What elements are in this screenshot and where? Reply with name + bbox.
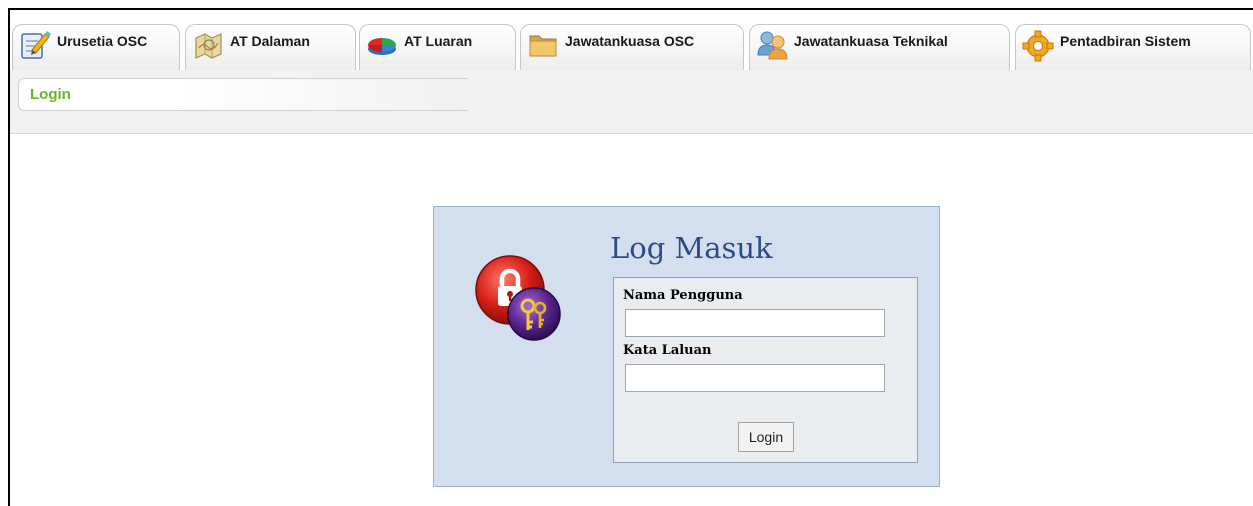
- tab-at-dalaman[interactable]: AT Dalaman: [185, 24, 356, 70]
- tab-bar: Urusetia OSC AT Dalaman AT Luaran Jawata…: [10, 10, 1253, 70]
- tab-label: AT Luaran: [404, 33, 473, 49]
- login-form: Nama Pengguna Kata Laluan Login: [613, 277, 918, 463]
- breadcrumb-login[interactable]: Login: [30, 86, 71, 103]
- lock-keys-icon: [470, 250, 570, 350]
- tab-at-luaran[interactable]: AT Luaran: [359, 24, 516, 70]
- login-title: Log Masuk: [610, 231, 773, 265]
- map-icon: [191, 28, 225, 62]
- tab-label: Pentadbiran Sistem: [1060, 33, 1191, 49]
- notepad-pencil-icon: [18, 28, 52, 62]
- tab-jawatankuasa-osc[interactable]: Jawatankuasa OSC: [520, 24, 744, 70]
- folder-icon: [526, 28, 560, 62]
- username-label: Nama Pengguna: [623, 288, 743, 303]
- tab-urusetia-osc[interactable]: Urusetia OSC: [12, 24, 180, 70]
- breadcrumb: Login: [18, 78, 468, 111]
- password-field[interactable]: [625, 364, 885, 392]
- username-field[interactable]: [625, 309, 885, 337]
- tab-label: AT Dalaman: [230, 33, 310, 49]
- tab-jawatankuasa-teknikal[interactable]: Jawatankuasa Teknikal: [749, 24, 1010, 70]
- pie-chart-icon: [365, 28, 399, 62]
- app-window: Urusetia OSC AT Dalaman AT Luaran Jawata…: [8, 8, 1253, 506]
- gear-icon: [1021, 28, 1055, 62]
- password-label: Kata Laluan: [623, 343, 712, 358]
- tab-pentadbiran-sistem[interactable]: Pentadbiran Sistem: [1015, 24, 1251, 70]
- sub-navigation-bar: Login: [10, 70, 1253, 134]
- tab-label: Urusetia OSC: [57, 33, 148, 49]
- tab-label: Jawatankuasa OSC: [565, 33, 695, 49]
- login-button[interactable]: Login: [738, 422, 794, 452]
- users-icon: [755, 28, 789, 62]
- login-panel: Log Masuk Nama Pengguna Kata Laluan Logi…: [433, 206, 940, 487]
- tab-label: Jawatankuasa Teknikal: [794, 33, 948, 49]
